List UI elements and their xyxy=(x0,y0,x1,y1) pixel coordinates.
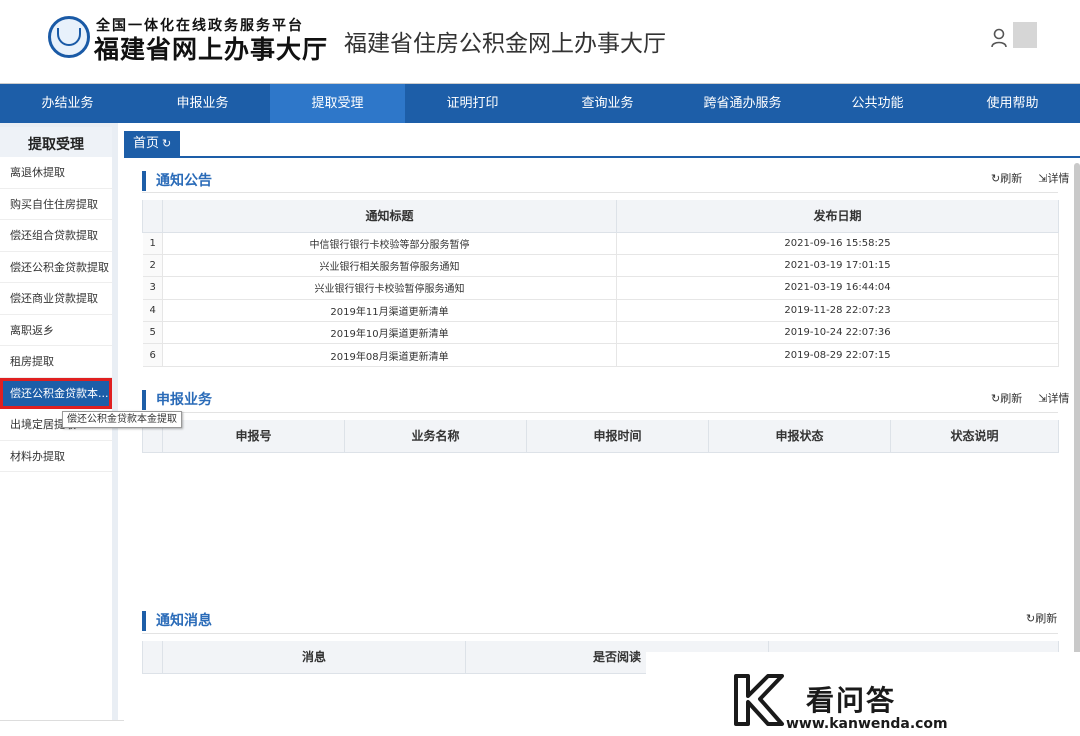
column-header-declare-no: 申报号 xyxy=(162,420,345,453)
column-header-status-desc: 状态说明 xyxy=(890,420,1059,453)
row-index: 6 xyxy=(142,343,163,367)
vertical-scrollbar[interactable] xyxy=(1074,163,1080,663)
refresh-icon: ↻ xyxy=(991,172,1001,185)
app-root: 全国一体化在线政务服务平台 福建省网上办事大厅 福建省住房公积金网上办事大厅 办… xyxy=(0,0,1080,736)
sidebar-item-buy-house[interactable]: 购买自住住房提取 xyxy=(0,189,112,220)
divider xyxy=(142,192,1058,193)
sidebar-item-rent[interactable]: 租房提取 xyxy=(0,346,112,378)
table-row[interactable]: 6 2019年08月渠道更新清单 2019-08-29 22:07:15 xyxy=(142,343,1059,367)
tab-home-label: 首页 xyxy=(133,136,160,151)
avatar[interactable] xyxy=(1013,22,1037,48)
message-refresh-button[interactable]: ↻刷新 xyxy=(1018,612,1057,625)
table-row[interactable]: 1 中信银行银行卡校验等部分服务暂停 2021-09-16 15:58:25 xyxy=(142,232,1059,255)
table-row[interactable]: 2 兴业银行相关服务暂停服务通知 2021-03-19 17:01:15 xyxy=(142,254,1059,278)
column-header-business-name: 业务名称 xyxy=(344,420,527,453)
table-row[interactable]: 3 兴业银行银行卡校验暂停服务通知 2021-03-19 16:44:04 xyxy=(142,276,1059,300)
sidebar-tooltip: 偿还公积金贷款本金提取 xyxy=(62,411,182,428)
column-header-message: 消息 xyxy=(162,641,466,674)
refresh-icon[interactable]: ↻ xyxy=(162,137,171,150)
declare-detail-button[interactable]: ⇲详情 xyxy=(1030,392,1069,405)
row-index: 4 xyxy=(142,299,163,323)
nav-item-certificate-print[interactable]: 证明打印 xyxy=(405,84,540,123)
notice-date-cell: 2019-08-29 22:07:15 xyxy=(616,343,1059,367)
row-index: 2 xyxy=(142,254,163,278)
nav-item-completed[interactable]: 办结业务 xyxy=(0,84,135,123)
nav-item-help[interactable]: 使用帮助 xyxy=(945,84,1080,123)
notice-title-cell[interactable]: 兴业银行银行卡校验暂停服务通知 xyxy=(162,276,617,300)
notice-title-cell[interactable]: 2019年10月渠道更新清单 xyxy=(162,321,617,345)
column-header-title: 通知标题 xyxy=(162,200,617,233)
notice-refresh-button[interactable]: ↻刷新 xyxy=(983,172,1022,185)
column-header-index xyxy=(142,641,163,674)
row-index: 1 xyxy=(142,232,163,255)
notice-date-cell: 2021-03-19 16:44:04 xyxy=(616,276,1059,300)
notice-title-cell[interactable]: 中信银行银行卡校验等部分服务暂停 xyxy=(162,232,617,255)
row-index: 5 xyxy=(142,321,163,345)
table-header-row: 申报号 业务名称 申报时间 申报状态 状态说明 xyxy=(142,420,1059,453)
column-header-date: 发布日期 xyxy=(616,200,1059,233)
notice-title-cell[interactable]: 2019年11月渠道更新清单 xyxy=(162,299,617,323)
sidebar-item-materials[interactable]: 材料办提取 xyxy=(0,441,112,472)
notice-section-title: 通知公告 xyxy=(142,171,212,191)
refresh-icon: ↻ xyxy=(1026,612,1036,625)
nav-item-withdraw[interactable]: 提取受理 xyxy=(270,84,405,123)
main-nav: 办结业务 申报业务 提取受理 证明打印 查询业务 跨省通办服务 公共功能 使用帮… xyxy=(0,84,1080,123)
sidebar-item-fund-loan-principal[interactable]: 偿还公积金贷款本... xyxy=(0,377,112,409)
sidebar-item-fund-loan[interactable]: 偿还公积金贷款提取 xyxy=(0,252,112,283)
notice-table: 通知标题 发布日期 1 中信银行银行卡校验等部分服务暂停 2021-09-16 15… xyxy=(142,200,1059,367)
column-header-declare-status: 申报状态 xyxy=(708,420,891,453)
watermark-logo-icon xyxy=(734,674,784,726)
row-index: 3 xyxy=(142,276,163,300)
notice-date-cell: 2019-11-28 22:07:23 xyxy=(616,299,1059,323)
sidebar-item-combined-loan[interactable]: 偿还组合贷款提取 xyxy=(0,220,112,252)
government-emblem-icon xyxy=(48,16,90,58)
tab-bar: 首页 ↻ xyxy=(124,131,1080,158)
watermark-text: 看问答 xyxy=(806,684,897,717)
watermark-url: www.kanwenda.com xyxy=(786,716,948,732)
notice-tools: ↻刷新 ⇲详情 xyxy=(975,170,1069,186)
declare-refresh-button[interactable]: ↻刷新 xyxy=(983,392,1022,405)
nav-item-query[interactable]: 查询业务 xyxy=(540,84,675,123)
sidebar: 提取受理 离退休提取 购买自住住房提取 偿还组合贷款提取 偿还公积金贷款提取 偿… xyxy=(0,123,118,736)
divider xyxy=(142,412,1058,413)
message-tools: ↻刷新 xyxy=(1010,610,1057,626)
site-title: 福建省住房公积金网上办事大厅 xyxy=(344,31,666,57)
tab-home[interactable]: 首页 ↻ xyxy=(124,131,180,157)
main-content: 首页 ↻ 通知公告 ↻刷新 ⇲详情 通知标题 发布日期 1 中信银行银行卡校验等部分服… xyxy=(124,123,1080,736)
declare-tools: ↻刷新 ⇲详情 xyxy=(975,390,1069,406)
table-row[interactable]: 5 2019年10月渠道更新清单 2019-10-24 22:07:36 xyxy=(142,321,1059,345)
column-header-declare-time: 申报时间 xyxy=(526,420,709,453)
table-header-row: 通知标题 发布日期 xyxy=(142,200,1059,233)
message-section-title: 通知消息 xyxy=(142,611,212,631)
sidebar-title: 提取受理 xyxy=(0,123,112,157)
logo-title: 福建省网上办事大厅 xyxy=(94,35,329,64)
declare-table: 申报号 业务名称 申报时间 申报状态 状态说明 xyxy=(142,420,1059,453)
divider xyxy=(142,633,1058,634)
notice-date-cell: 2021-09-16 15:58:25 xyxy=(616,232,1059,255)
notice-title-cell[interactable]: 2019年08月渠道更新清单 xyxy=(162,343,617,367)
site-header: 全国一体化在线政务服务平台 福建省网上办事大厅 福建省住房公积金网上办事大厅 xyxy=(0,0,1080,84)
nav-item-public[interactable]: 公共功能 xyxy=(810,84,945,123)
refresh-icon: ↻ xyxy=(991,392,1001,405)
user-icon[interactable] xyxy=(990,28,1008,48)
declare-section-title: 申报业务 xyxy=(142,390,212,410)
nav-item-cross-province[interactable]: 跨省通办服务 xyxy=(675,84,810,123)
sidebar-item-commercial-loan[interactable]: 偿还商业贷款提取 xyxy=(0,283,112,315)
sidebar-item-leave-job[interactable]: 离职返乡 xyxy=(0,315,112,346)
column-header-index xyxy=(142,200,163,233)
notice-date-cell: 2019-10-24 22:07:36 xyxy=(616,321,1059,345)
nav-item-declare[interactable]: 申报业务 xyxy=(135,84,270,123)
table-row[interactable]: 4 2019年11月渠道更新清单 2019-11-28 22:07:23 xyxy=(142,299,1059,323)
notice-title-cell[interactable]: 兴业银行相关服务暂停服务通知 xyxy=(162,254,617,278)
notice-date-cell: 2021-03-19 17:01:15 xyxy=(616,254,1059,278)
sidebar-item-retirement[interactable]: 离退休提取 xyxy=(0,157,112,189)
notice-detail-button[interactable]: ⇲详情 xyxy=(1030,172,1069,185)
